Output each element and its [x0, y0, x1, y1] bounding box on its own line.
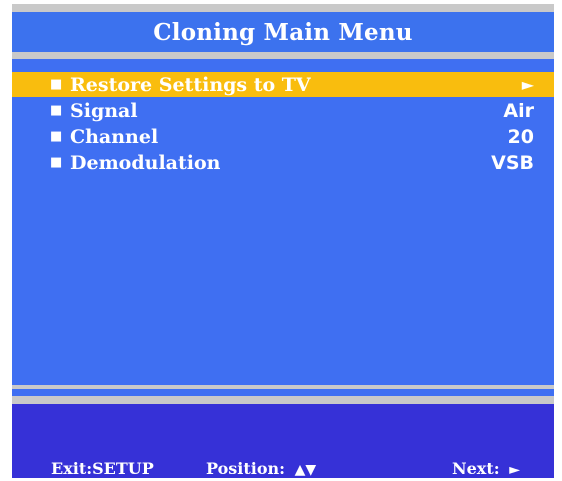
- next-hint: Next: ►: [452, 459, 520, 478]
- menu-item-signal[interactable]: ■ Signal Air: [12, 98, 554, 123]
- menu-item-label: Restore Settings to TV: [70, 73, 311, 96]
- position-hint: Position: ▲▼: [206, 459, 316, 478]
- arrow-right-icon: ►: [521, 75, 534, 94]
- bullet-icon: ■: [50, 103, 63, 118]
- exit-key: SETUP: [92, 458, 154, 478]
- next-label: Next:: [452, 458, 500, 478]
- menu-item-value: Air: [503, 99, 534, 122]
- bullet-icon: ■: [50, 129, 63, 144]
- exit-hint: Exit:SETUP: [51, 459, 154, 478]
- page-title: Cloning Main Menu: [153, 18, 413, 46]
- cloning-menu-screen: Cloning Main Menu ■ Restore Settings to …: [12, 4, 554, 478]
- menu-item-label: Demodulation: [70, 151, 221, 174]
- up-down-arrows-icon: ▲▼: [294, 461, 317, 478]
- title-bar: Cloning Main Menu: [12, 12, 554, 52]
- menu-item-label: Signal: [70, 99, 138, 122]
- exit-label: Exit:: [51, 458, 93, 478]
- menu-item-demodulation[interactable]: ■ Demodulation VSB: [12, 150, 554, 175]
- menu-item-left: ■ Signal: [50, 100, 138, 122]
- menu-item-value: 20: [507, 125, 534, 148]
- menu-item-label: Channel: [70, 125, 159, 148]
- title-divider: [12, 52, 554, 59]
- top-divider: [12, 4, 554, 12]
- bullet-icon: ■: [50, 77, 63, 92]
- menu-item-left: ■ Demodulation: [50, 152, 220, 174]
- bullet-icon: ■: [50, 155, 63, 170]
- menu-item-restore-settings[interactable]: ■ Restore Settings to TV ►: [12, 72, 554, 97]
- bottom-divider-lower: [12, 396, 554, 404]
- arrow-right-icon: ►: [509, 461, 520, 478]
- position-label: Position:: [206, 458, 286, 478]
- menu-list: ■ Restore Settings to TV ► ■ Signal Air …: [12, 72, 554, 176]
- footer-bar: Exit:SETUP Position: ▲▼ Next: ►: [12, 404, 554, 478]
- menu-item-value: VSB: [491, 151, 534, 174]
- menu-item-left: ■ Channel: [50, 126, 158, 148]
- bottom-divider-upper: [12, 385, 554, 389]
- menu-item-left: ■ Restore Settings to TV: [50, 74, 311, 96]
- menu-item-channel[interactable]: ■ Channel 20: [12, 124, 554, 149]
